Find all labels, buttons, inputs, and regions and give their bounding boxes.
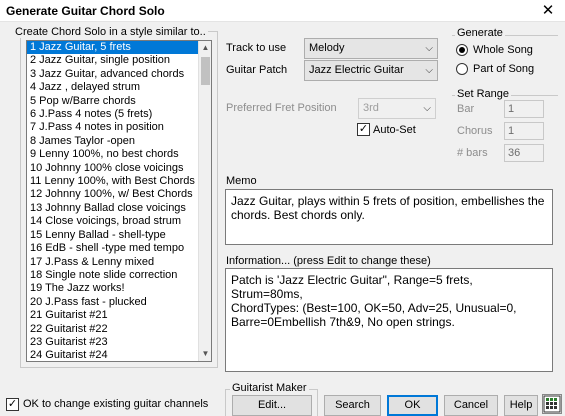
bars-label: # bars: [457, 147, 488, 159]
edit-button[interactable]: Edit...: [232, 395, 312, 416]
style-list-item[interactable]: 18 Single note slide correction: [27, 269, 199, 282]
chevron-down-icon: ⌵: [425, 43, 433, 54]
part-of-song-label: Part of Song: [473, 63, 535, 75]
style-list-item[interactable]: 19 The Jazz works!: [27, 282, 199, 295]
style-list-item[interactable]: 6 J.Pass 4 notes (5 frets): [27, 108, 199, 121]
ok-button[interactable]: OK: [387, 395, 438, 416]
style-list: 1 Jazz Guitar, 5 frets 2 Jazz Guitar, sin…: [27, 41, 199, 361]
style-list-item[interactable]: 10 Johnny 100% close voicings: [27, 162, 199, 175]
style-list-item[interactable]: 17 J.Pass & Lenny mixed: [27, 256, 199, 269]
chevron-down-icon: ⌵: [425, 65, 433, 76]
fret-value: 3rd: [363, 102, 379, 114]
style-list-item[interactable]: 9 Lenny 100%, no best chords: [27, 148, 199, 161]
bar-input[interactable]: 1: [504, 100, 544, 118]
fret-label: Preferred Fret Position: [226, 102, 337, 114]
patch-select[interactable]: Jazz Electric Guitar ⌵: [304, 60, 438, 81]
track-label: Track to use: [226, 42, 287, 54]
whole-song-label: Whole Song: [473, 44, 533, 56]
grid-app-icon[interactable]: [542, 394, 562, 414]
style-list-item[interactable]: 13 Johnny Ballad close voicings: [27, 202, 199, 215]
chevron-down-icon: ⌵: [423, 103, 431, 114]
list-scrollbar[interactable]: ▲ ▼: [198, 41, 211, 361]
style-list-item[interactable]: 3 Jazz Guitar, advanced chords: [27, 68, 199, 81]
style-list-item[interactable]: 15 Lenny Ballad - shell-type: [27, 229, 199, 242]
part-of-song-radio[interactable]: [456, 63, 468, 75]
ok-change-channels-checkbox[interactable]: ✓: [6, 398, 19, 411]
chorus-input[interactable]: 1: [504, 122, 544, 140]
track-select[interactable]: Melody ⌵: [304, 38, 438, 59]
style-list-item[interactable]: 14 Close voicings, broad strum: [27, 215, 199, 228]
style-list-item[interactable]: 7 J.Pass 4 notes in position: [27, 121, 199, 134]
scrollbar-thumb[interactable]: [201, 57, 210, 85]
ok-change-channels-label: OK to change existing guitar channels: [23, 398, 209, 410]
style-list-item[interactable]: 4 Jazz , delayed strum: [27, 81, 199, 94]
title-bar: Generate Guitar Chord Solo ✕: [0, 0, 565, 22]
memo-label: Memo: [226, 175, 257, 187]
style-list-item[interactable]: 24 Guitarist #24: [27, 349, 199, 361]
style-list-item[interactable]: 20 J.Pass fast - plucked: [27, 296, 199, 309]
style-list-item[interactable]: 21 Guitarist #21: [27, 309, 199, 322]
scroll-up-arrow-icon[interactable]: ▲: [199, 41, 211, 55]
autoset-checkbox[interactable]: ✓: [357, 123, 370, 136]
style-group-legend: Create Chord Solo in a style similar to.…: [13, 26, 208, 38]
style-list-item[interactable]: 12 Johnny 100%, w/ Best Chords: [27, 188, 199, 201]
style-list-item[interactable]: 5 Pop w/Barre chords: [27, 95, 199, 108]
style-list-item[interactable]: 16 EdB - shell -type med tempo: [27, 242, 199, 255]
information-label: Information... (press Edit to change the…: [226, 255, 431, 267]
style-list-item[interactable]: 1 Jazz Guitar, 5 frets: [27, 41, 199, 55]
whole-song-radio[interactable]: [456, 44, 468, 56]
close-icon[interactable]: ✕: [531, 0, 565, 22]
style-list-item[interactable]: 2 Jazz Guitar, single position: [27, 54, 199, 67]
information-textbox[interactable]: Patch is 'Jazz Electric Guitar", Range=5…: [225, 268, 553, 372]
scroll-down-arrow-icon[interactable]: ▼: [199, 347, 211, 361]
autoset-label: Auto-Set: [373, 124, 416, 136]
window-title: Generate Guitar Chord Solo: [6, 4, 165, 18]
style-list-item[interactable]: 11 Lenny 100%, with Best Chords: [27, 175, 199, 188]
guitarist-maker-legend: Guitarist Maker: [230, 382, 309, 394]
help-button[interactable]: Help: [504, 395, 538, 416]
generate-legend: Generate: [455, 27, 505, 39]
bar-label: Bar: [457, 103, 475, 115]
set-range-legend: Set Range: [455, 88, 511, 100]
fret-select[interactable]: 3rd ⌵: [358, 98, 436, 119]
style-list-item[interactable]: 23 Guitarist #23: [27, 336, 199, 349]
chorus-label: Chorus: [457, 125, 493, 137]
style-listbox[interactable]: 1 Jazz Guitar, 5 frets 2 Jazz Guitar, sin…: [26, 40, 212, 362]
cancel-button[interactable]: Cancel: [444, 395, 498, 416]
search-button[interactable]: Search: [324, 395, 381, 416]
track-value: Melody: [309, 42, 345, 54]
style-list-item[interactable]: 8 James Taylor -open: [27, 135, 199, 148]
patch-label: Guitar Patch: [226, 64, 288, 76]
style-list-item[interactable]: 22 Guitarist #22: [27, 323, 199, 336]
patch-value: Jazz Electric Guitar: [309, 64, 404, 76]
memo-textbox[interactable]: Jazz Guitar, plays within 5 frets of pos…: [225, 189, 553, 245]
bars-input[interactable]: 36: [504, 144, 544, 162]
